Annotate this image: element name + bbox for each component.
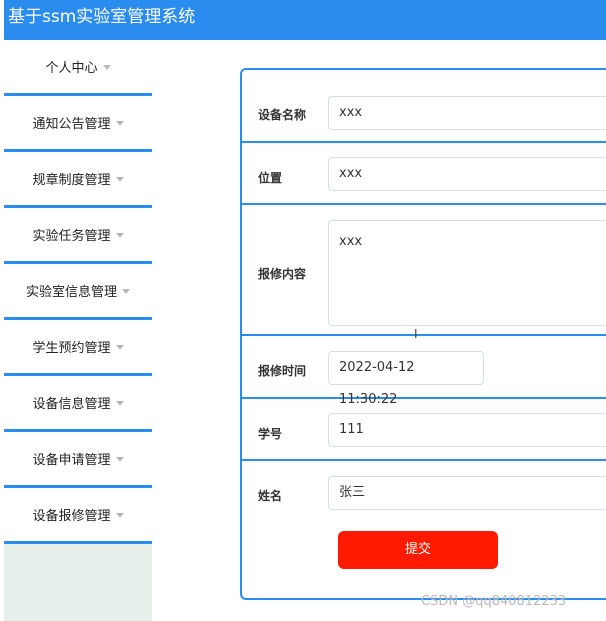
sidebar-item-profile[interactable]: 个人中心: [4, 40, 152, 96]
sidebar-item-label: 实验室信息管理: [25, 285, 117, 300]
sidebar-item-label: 设备申请管理: [32, 453, 111, 468]
form-row-student-id: 学号 111: [242, 397, 606, 461]
sidebar-item-label: 设备报修管理: [32, 509, 111, 524]
name-input[interactable]: 张三: [328, 476, 606, 510]
caret-down-icon: [115, 457, 124, 462]
sidebar-item-equipment-repairs[interactable]: 设备报修管理: [4, 488, 152, 544]
sidebar-item-label: 设备信息管理: [32, 397, 111, 412]
sidebar-item-tasks[interactable]: 实验任务管理: [4, 208, 152, 264]
sidebar-item-reservations[interactable]: 学生预约管理: [4, 320, 152, 376]
form-row-name: 姓名 张三: [242, 459, 606, 521]
sidebar-item-label: 个人中心: [45, 61, 98, 76]
sidebar-item-label: 通知公告管理: [32, 117, 111, 132]
sidebar-item-equipment-info[interactable]: 设备信息管理: [4, 376, 152, 432]
caret-down-icon: [115, 233, 124, 238]
sidebar: 个人中心 通知公告管理 规章制度管理 实验任务管理 实验室信息管理 学生预约管理…: [4, 40, 152, 621]
text-cursor-icon: I: [414, 327, 418, 341]
student-id-label: 学号: [258, 427, 283, 441]
sidebar-item-rules[interactable]: 规章制度管理: [4, 152, 152, 208]
sidebar-item-lab-info[interactable]: 实验室信息管理: [4, 264, 152, 320]
repair-content-textarea[interactable]: xxx: [328, 220, 606, 326]
form-row-repair-content: 报修内容 xxx: [242, 203, 606, 336]
submit-button[interactable]: 提交: [338, 531, 498, 569]
form-row-repair-time: 报修时间 2022-04-12 11:30:22: [242, 334, 606, 407]
repair-form: 设备名称 xxx 位置 xxx 报修内容 xxx 报修时间 2022-04-12…: [240, 68, 606, 600]
app-header: 基于ssm实验室管理系统: [4, 0, 606, 40]
sidebar-item-label: 学生预约管理: [32, 341, 111, 356]
repair-time-input[interactable]: 2022-04-12 11:30:22: [328, 351, 484, 407]
caret-down-icon: [115, 513, 124, 518]
sidebar-item-equipment-requests[interactable]: 设备申请管理: [4, 432, 152, 488]
watermark: CSDN @qq840812233: [421, 594, 567, 609]
equipment-name-input[interactable]: xxx: [328, 96, 606, 130]
repair-content-label: 报修内容: [258, 267, 307, 281]
caret-down-icon: [115, 401, 124, 406]
sidebar-item-notices[interactable]: 通知公告管理: [4, 96, 152, 152]
form-row-equipment-name: 设备名称 xxx: [242, 70, 606, 143]
sidebar-item-label: 实验任务管理: [32, 229, 111, 244]
repair-time-label: 报修时间: [258, 364, 307, 378]
sidebar-item-label: 规章制度管理: [32, 173, 111, 188]
name-label: 姓名: [258, 489, 283, 503]
location-label: 位置: [258, 171, 283, 185]
equipment-name-label: 设备名称: [258, 108, 307, 122]
location-input[interactable]: xxx: [328, 157, 606, 191]
app-title: 基于ssm实验室管理系统: [8, 7, 196, 27]
caret-down-icon: [115, 177, 124, 182]
form-row-location: 位置 xxx: [242, 141, 606, 205]
caret-down-icon: [115, 121, 124, 126]
caret-down-icon: [122, 289, 130, 294]
caret-down-icon: [102, 65, 111, 70]
caret-down-icon: [115, 345, 124, 350]
student-id-input[interactable]: 111: [328, 413, 606, 447]
